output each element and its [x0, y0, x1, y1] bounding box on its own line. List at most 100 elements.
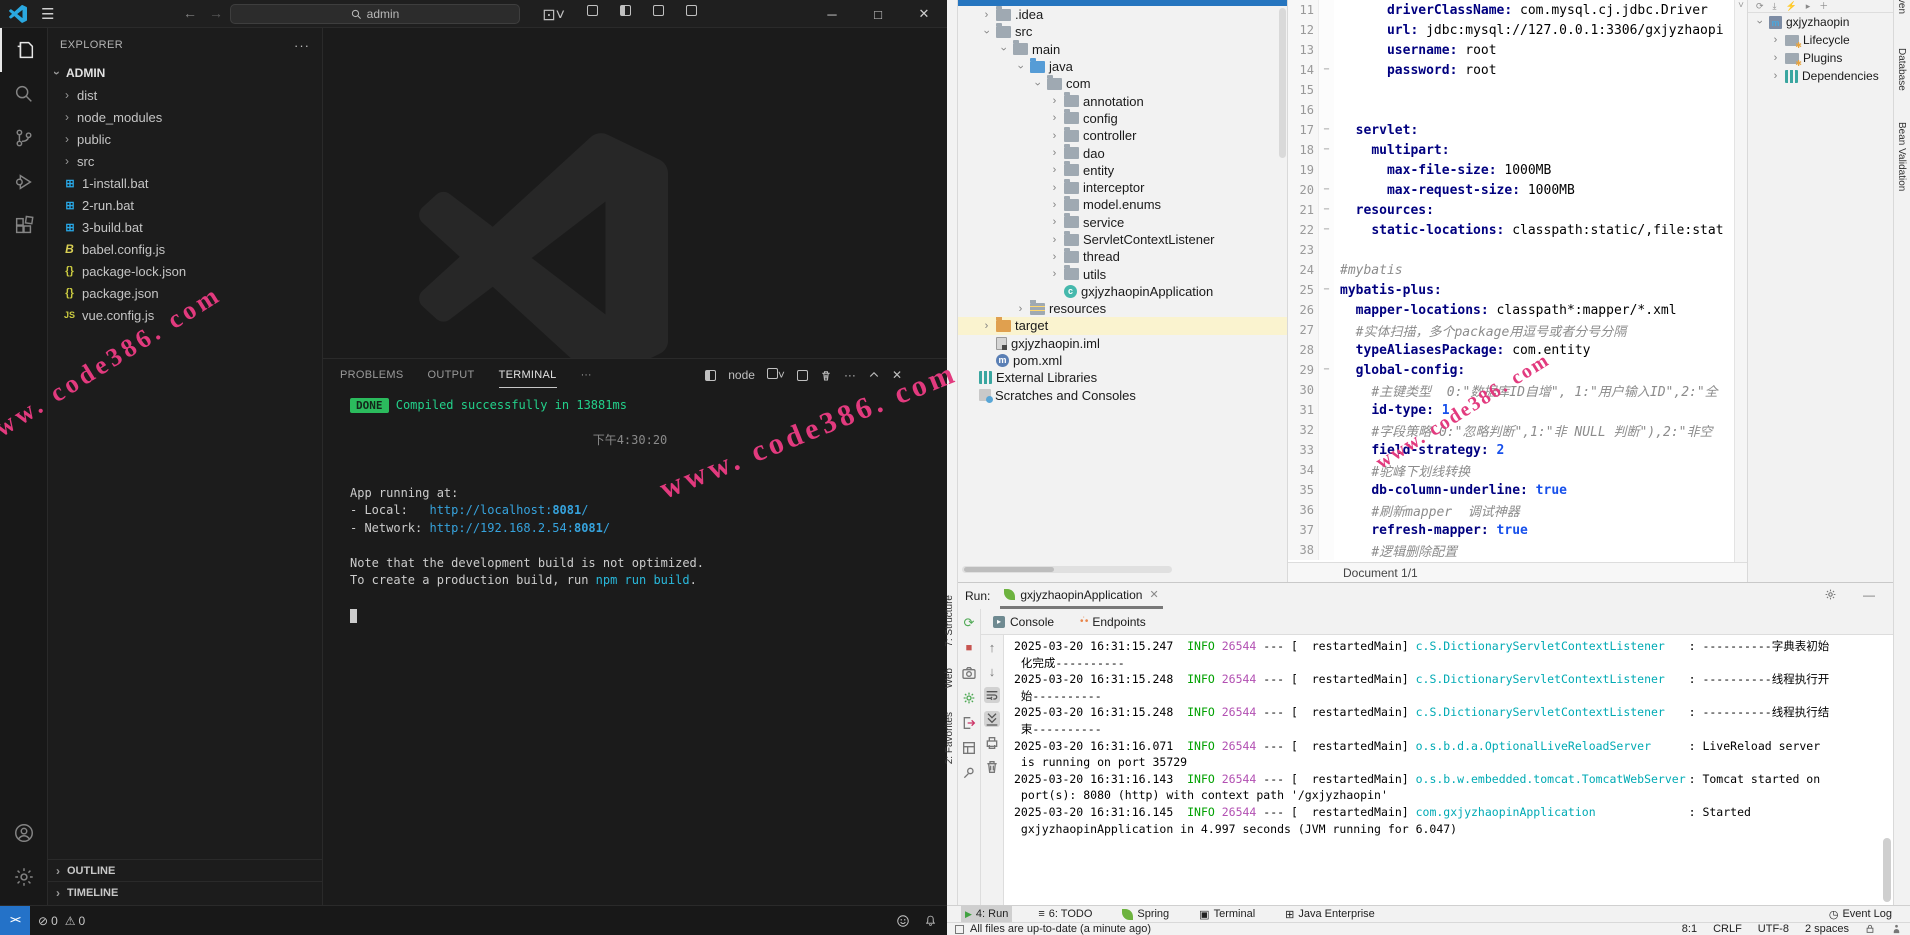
editor-line[interactable]: 24#mybatis [1288, 260, 1747, 280]
run-settings-gear-icon[interactable] [1824, 588, 1837, 601]
editor-line[interactable]: 16 [1288, 100, 1747, 120]
maven-node-Dependencies[interactable]: ›Dependencies [1748, 67, 1893, 85]
clear-all-trash-icon[interactable] [984, 759, 1000, 775]
explorer-item-vue.config.js[interactable]: JSvue.config.js [48, 304, 322, 326]
tab-console[interactable]: ▸Console [993, 615, 1054, 629]
layout-customize-icon[interactable] [587, 5, 598, 16]
toolwindow-button-Spring[interactable]: Spring [1118, 906, 1173, 923]
editor-line[interactable]: 23 [1288, 240, 1747, 260]
thread-dump-camera-icon[interactable] [961, 665, 977, 681]
scroll-to-end-icon[interactable] [984, 711, 1000, 727]
indent-setting[interactable]: 2 spaces [1805, 923, 1849, 935]
editor-line[interactable]: 12 url: jdbc:mysql://127.0.0.1:3306/gxjy… [1288, 20, 1747, 40]
tab-maven[interactable]: Maven [1896, 0, 1907, 14]
network-url-link[interactable]: http://192.168.2.54:8081/ [429, 521, 610, 535]
explorer-item-package-lock.json[interactable]: {}package-lock.json [48, 260, 322, 282]
close-tab-icon[interactable]: ✕ [1149, 588, 1158, 601]
tree-row-controller[interactable]: ›controller [958, 127, 1287, 144]
maximize-panel-icon[interactable] [868, 369, 880, 381]
search-activity-icon[interactable] [0, 72, 48, 116]
tree-row-interceptor[interactable]: ›interceptor [958, 179, 1287, 196]
caret-position[interactable]: 8:1 [1682, 923, 1697, 935]
editor-line[interactable]: 31 id-type: 1 [1288, 400, 1747, 420]
stop-icon[interactable]: ■ [961, 640, 977, 656]
toolwindow-button-Java Enterprise[interactable]: ⊞Java Enterprise [1281, 906, 1379, 923]
event-log-button[interactable]: ◷Event Log [1829, 908, 1892, 921]
timeline-section[interactable]: ›TIMELINE [48, 881, 323, 903]
editor-line[interactable]: 37 refresh-mapper: true [1288, 520, 1747, 540]
vertical-scrollbar[interactable] [1279, 8, 1286, 158]
tab-database[interactable]: Database [1896, 48, 1907, 91]
editor-line[interactable]: 14− password: root [1288, 60, 1747, 80]
explorer-item-1-install.bat[interactable]: ⊞1-install.bat [48, 172, 322, 194]
explorer-item-package.json[interactable]: {}package.json [48, 282, 322, 304]
account-icon[interactable] [0, 811, 48, 855]
notifications-bell-icon[interactable] [924, 914, 937, 928]
editor-line[interactable]: 20− max-request-size: 1000MB [1288, 180, 1747, 200]
coverage-gear-icon[interactable] [961, 690, 977, 706]
editor-line[interactable]: 21− resources: [1288, 200, 1747, 220]
toggle-sidebar-icon[interactable] [620, 5, 631, 16]
tree-row-External Libraries[interactable]: External Libraries [958, 369, 1287, 386]
tree-row-service[interactable]: ›service [958, 214, 1287, 231]
tree-row-src[interactable]: ›src [958, 23, 1287, 40]
notifications-icon[interactable] [1891, 923, 1902, 935]
explorer-item-src[interactable]: ›src [48, 150, 322, 172]
tab-terminal[interactable]: TERMINAL [499, 363, 557, 388]
tree-row-config[interactable]: ›config [958, 110, 1287, 127]
rerun-icon[interactable]: ⟳ [961, 615, 977, 631]
editor-line[interactable]: 25−mybatis-plus: [1288, 280, 1747, 300]
editor-line[interactable]: 36 #刷新mapper 调试神器 [1288, 500, 1747, 520]
tab-problems[interactable]: PROBLEMS [340, 363, 404, 387]
editor-line[interactable]: 17− servlet: [1288, 120, 1747, 140]
toolwindow-button-Terminal[interactable]: ▣Terminal [1195, 906, 1259, 923]
nav-back-icon[interactable]: ← [183, 5, 197, 21]
pin-icon[interactable] [961, 765, 977, 781]
console-scrollbar[interactable] [1883, 838, 1891, 902]
tree-row-ServletContextListener[interactable]: ›ServletContextListener [958, 231, 1287, 248]
editor-line[interactable]: 35 db-column-underline: true [1288, 480, 1747, 500]
toggle-secondary-sidebar-icon[interactable] [686, 5, 697, 16]
editor-line[interactable]: 30 #主键类型 0:"数据库ID自增", 1:"用户输入ID",2:"全 [1288, 380, 1747, 400]
profile-icon[interactable]: ⊡˅ [542, 5, 565, 25]
command-center-search[interactable]: admin [230, 4, 520, 24]
tree-row-pom.xml[interactable]: mpom.xml [958, 352, 1287, 369]
project-root-admin[interactable]: › ADMIN [48, 62, 322, 84]
nav-forward-icon[interactable]: → [209, 5, 223, 21]
explorer-item-2-run.bat[interactable]: ⊞2-run.bat [48, 194, 322, 216]
source-control-activity-icon[interactable] [0, 116, 48, 160]
settings-gear-icon[interactable] [0, 855, 48, 899]
editor-line[interactable]: 15 [1288, 80, 1747, 100]
toggle-panel-icon[interactable] [653, 5, 664, 16]
editor-scrollbar[interactable]: ˅ [1734, 0, 1747, 562]
horizontal-scrollbar[interactable] [962, 566, 1172, 573]
close-panel-icon[interactable]: ✕ [892, 368, 902, 382]
local-url-link[interactable]: http://localhost:8081/ [429, 503, 588, 517]
editor-line[interactable]: 22− static-locations: classpath:static/,… [1288, 220, 1747, 240]
tree-row-utils[interactable]: ›utils [958, 265, 1287, 282]
soft-wrap-icon[interactable] [984, 687, 1000, 703]
yaml-editor[interactable]: 11 driverClassName: com.mysql.cj.jdbc.Dr… [1288, 0, 1747, 562]
editor-line[interactable]: 29− global-config: [1288, 360, 1747, 380]
editor-line[interactable]: 19 max-file-size: 1000MB [1288, 160, 1747, 180]
tree-row-com[interactable]: ›com [958, 75, 1287, 92]
menu-hamburger-icon[interactable]: ☰ [41, 5, 55, 23]
editor-line[interactable]: 34 #驼峰下划线转换 [1288, 460, 1747, 480]
toolwindow-button-6: TODO[interactable]: ≡6: TODO [1034, 906, 1096, 923]
tree-row-thread[interactable]: ›thread [958, 248, 1287, 265]
up-stack-trace-icon[interactable]: ↑ [984, 639, 1000, 655]
lock-icon[interactable] [1865, 923, 1875, 935]
editor-line[interactable]: 32 #字段策略 0:"忽略判断",1:"非 NULL 判断"),2:"非空 [1288, 420, 1747, 440]
hide-panel-icon[interactable]: — [1863, 588, 1875, 602]
editor-line[interactable]: 28 typeAliasesPackage: com.entity [1288, 340, 1747, 360]
run-console-output[interactable]: 2025-03-20 16:31:15.247 INFO 26544 --- [… [1004, 635, 1893, 906]
window-close-button[interactable]: ✕ [901, 0, 947, 28]
down-stack-trace-icon[interactable]: ↓ [984, 663, 1000, 679]
run-configuration-tab[interactable]: gxjyzhaopinApplication ✕ [1000, 583, 1162, 609]
problems-status[interactable]: ⊘0 ⚠0 [38, 914, 85, 928]
tab-bean-validation[interactable]: Bean Validation [1896, 122, 1907, 191]
explorer-item-public[interactable]: ›public [48, 128, 322, 150]
tree-row-model.enums[interactable]: ›model.enums [958, 196, 1287, 213]
explorer-activity-icon[interactable] [0, 28, 48, 72]
explorer-item-3-build.bat[interactable]: ⊞3-build.bat [48, 216, 322, 238]
